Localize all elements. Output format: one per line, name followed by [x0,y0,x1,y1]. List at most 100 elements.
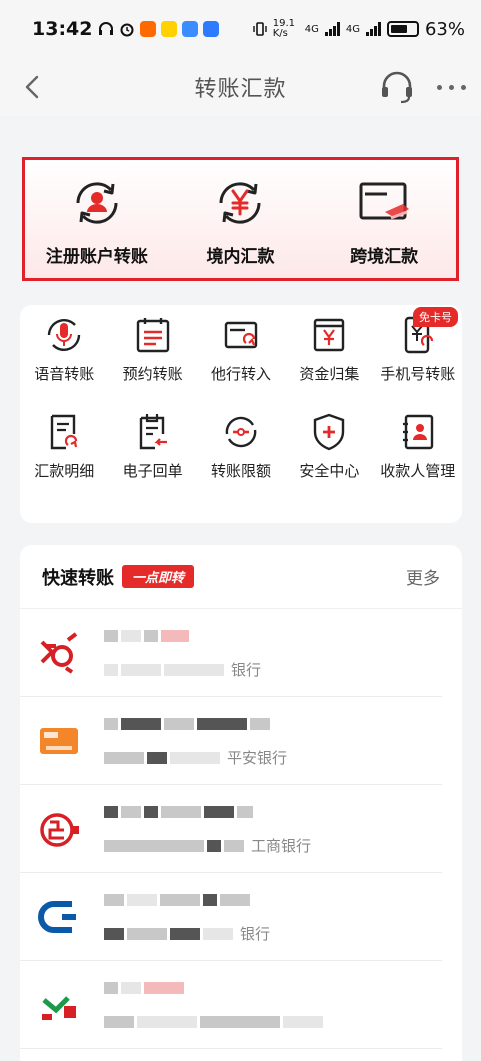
payee-row[interactable]: 银行 [20,609,442,697]
taobao-icon [140,21,157,37]
cross-border-remittance-button[interactable]: 跨境汇款 [324,160,444,267]
one-tap-transfer-tag: 一点即转 [122,565,195,588]
payee-book-icon [402,414,433,450]
scheduled-transfer-button[interactable]: 预约转账 [108,315,196,384]
clock: 13:42 [32,18,93,40]
masked-payee-name [104,893,270,907]
function-label: 电子回单 [122,462,183,480]
red-bank-logo [40,631,78,674]
account-transfer-icon [76,182,118,224]
function-label: 他行转入 [210,365,271,383]
dot-icon [460,84,466,90]
page-title: 转账汇款 [194,77,287,102]
option-label: 境内汇款 [206,247,275,267]
security-center-button[interactable]: 安全中心 [285,412,373,481]
registered-account-transfer-button[interactable]: 注册账户转账 [37,160,157,267]
bank-name: 平安银行 [227,749,288,767]
signal-icon-2 [365,22,381,36]
dot-icon [436,84,442,90]
status-bar: 13:42 19.1 K/s 4G 4G 63% [0,0,481,58]
headset-icon [382,71,412,104]
payee-row[interactable] [20,961,442,1049]
masked-payee-bank: 工商银行 [104,837,311,855]
payee-info: 银行 [104,893,270,943]
payee-row[interactable]: 平安银行 [20,697,442,785]
green-bank-logo [42,995,76,1020]
signal-icon [324,22,340,36]
notification-icons [98,21,220,37]
receipt-icon [139,414,167,450]
bank-name: 银行 [231,661,262,679]
fund-collect-icon [314,318,345,352]
shield-icon [314,413,345,451]
function-grid: 语音转账 预约转账 他行转入 资金归集 免卡号 手机号转账 汇款明细 电子回单 … [20,307,462,481]
masked-payee-name [104,717,287,731]
payee-list: 银行 平安银行 工商银行 银行 [20,609,462,1049]
fund-collection-button[interactable]: 资金归集 [285,315,373,384]
function-label: 手机号转账 [380,365,456,383]
other-bank-transfer-in-button[interactable]: 他行转入 [197,315,285,384]
payee-info: 银行 [104,629,261,679]
customer-service-button[interactable] [379,70,415,104]
section-title: 快速转账 [42,567,114,589]
function-label: 收款人管理 [380,462,456,480]
masked-payee-bank [104,1015,330,1029]
function-label: 资金归集 [299,365,360,383]
system-indicators: 19.1 K/s 4G 4G 63% [253,19,465,40]
navigation-app-icon [203,21,220,37]
bank-name: 银行 [240,925,271,943]
more-link[interactable]: 更多 [406,564,440,589]
e-receipt-button[interactable]: 电子回单 [108,412,196,481]
bank-card-in-icon [224,321,258,349]
bank-name: 工商银行 [251,837,312,855]
nav-bar: 转账汇款 [0,58,481,116]
meituan-icon [161,21,178,37]
masked-payee-bank: 银行 [104,661,261,679]
option-label: 跨境汇款 [350,247,419,267]
payee-row[interactable]: 工商银行 [20,785,442,873]
payee-row[interactable]: 银行 [20,873,442,961]
cross-border-card-icon [359,182,410,220]
function-label: 汇款明细 [34,462,95,480]
phone-number-transfer-button[interactable]: 免卡号 手机号转账 [374,307,462,384]
transfer-type-panel: 注册账户转账 境内汇款 跨境汇款 [22,157,459,281]
yuan-exchange-icon [219,182,261,224]
remittance-details-button[interactable]: 汇款明细 [20,412,108,481]
domestic-remittance-button[interactable]: 境内汇款 [180,160,300,267]
function-grid-card: 语音转账 预约转账 他行转入 资金归集 免卡号 手机号转账 汇款明细 电子回单 … [20,305,462,523]
quick-transfer-card: 快速转账 一点即转 更多 银行 平安银行 工商银行 银行 [20,545,462,1061]
cloud-icon [182,21,199,37]
limit-icon [225,416,257,448]
masked-payee-name [104,805,311,819]
voice-transfer-button[interactable]: 语音转账 [20,315,108,384]
quick-transfer-header: 快速转账 一点即转 更多 [20,545,462,609]
option-label: 注册账户转账 [45,247,148,267]
chevron-left-icon [25,75,39,99]
microphone-icon [47,319,81,351]
headphone-icon [99,22,114,35]
function-label: 安全中心 [299,462,360,480]
masked-payee-bank: 平安银行 [104,749,287,767]
dot-icon [448,84,454,90]
network-type-2: 4G [345,23,360,35]
vibrate-icon [253,22,267,36]
icbc-logo [40,812,79,847]
more-options-button[interactable] [433,70,469,104]
network-type-1: 4G [304,23,319,35]
detail-doc-icon [50,414,78,450]
calendar-icon [136,318,169,353]
payee-management-button[interactable]: 收款人管理 [374,412,462,481]
function-label: 语音转账 [34,365,95,383]
payee-info: 平安银行 [104,717,287,767]
function-label: 转账限额 [210,462,271,480]
battery-icon [386,21,419,37]
payee-info [104,981,330,1029]
pingan-card-logo [40,727,78,754]
transfer-limit-button[interactable]: 转账限额 [197,412,285,481]
masked-payee-name [104,629,261,643]
back-button[interactable] [18,70,48,104]
masked-payee-name [104,981,330,995]
masked-payee-bank: 银行 [104,925,270,943]
alarm-icon [120,23,134,37]
network-speed: 19.1 K/s [272,18,295,39]
